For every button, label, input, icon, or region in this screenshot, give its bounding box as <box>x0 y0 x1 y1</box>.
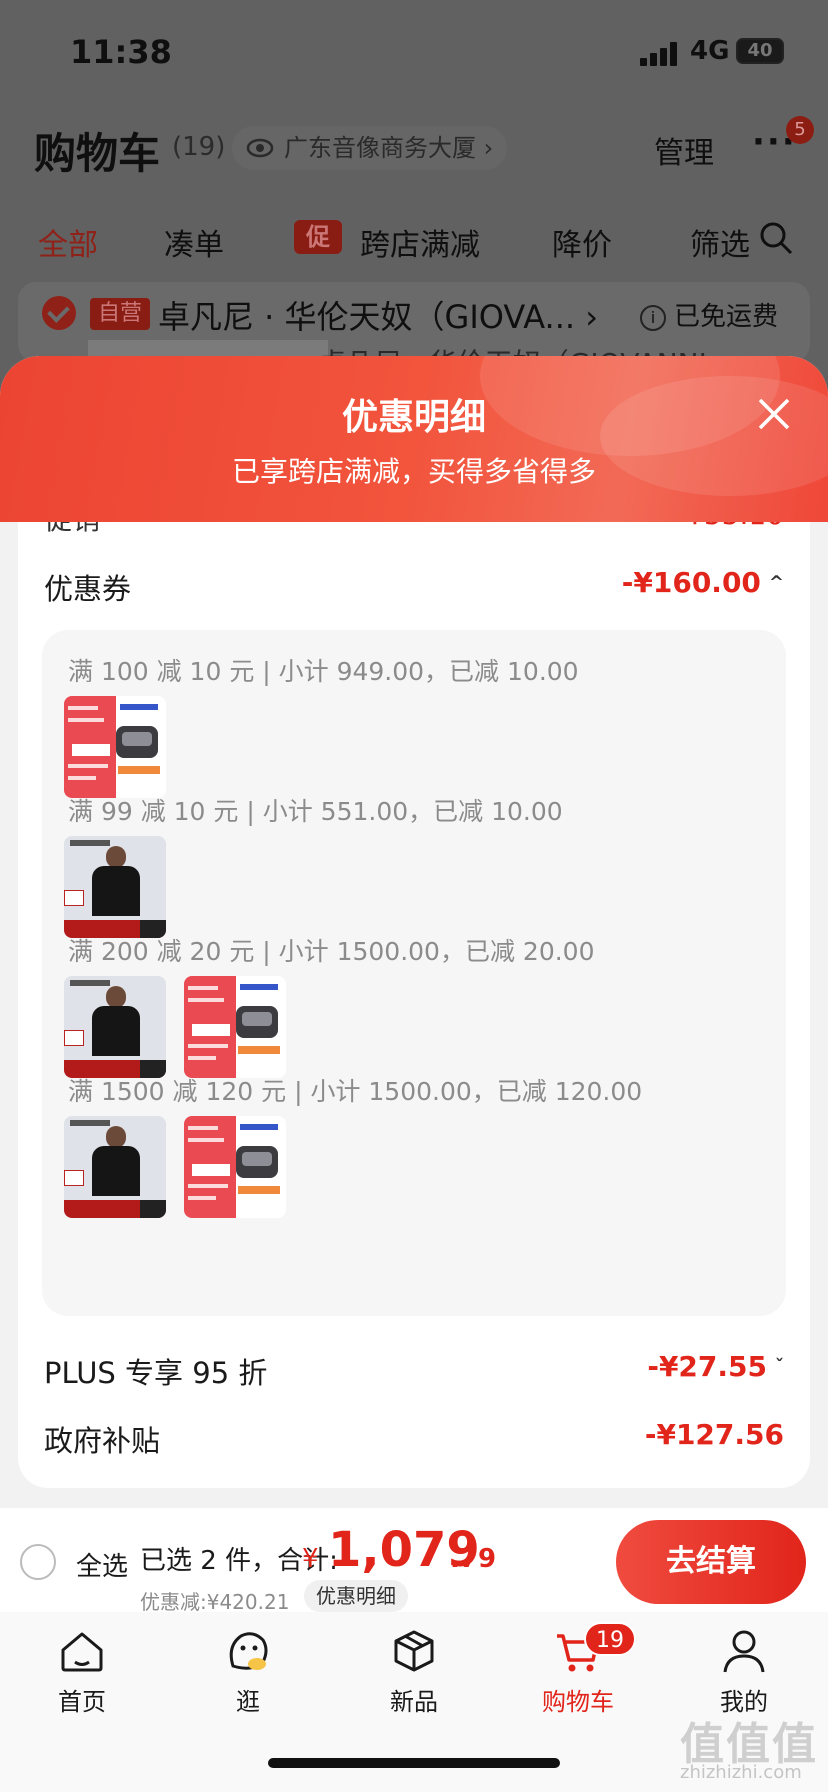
total-amount-decimal: .79 <box>450 1544 497 1574</box>
eye-icon <box>246 138 274 158</box>
box-icon <box>394 1630 434 1672</box>
close-icon[interactable] <box>752 392 796 436</box>
more-badge: 5 <box>786 116 814 144</box>
cart-count: (19) <box>172 132 226 162</box>
coupon-rule: 满 1500 减 120 元 | 小计 1500.00，已减 120.00 <box>68 1077 643 1106</box>
address-text: 广东音像商务大厦 <box>284 134 476 162</box>
sheet-title: 优惠明细 <box>341 397 486 438</box>
home-icon <box>61 1632 103 1672</box>
promotion-value: -¥55.10 <box>676 522 784 531</box>
coupon-rule: 满 200 减 20 元 | 小计 1500.00，已减 20.00 <box>68 937 595 966</box>
tab-price-drop[interactable]: 降价 <box>552 220 612 264</box>
polo-shirt-product-thumbnail <box>64 1116 166 1218</box>
discount-amount: 优惠减:¥420.21 <box>140 1590 290 1614</box>
store-checkbox[interactable] <box>42 296 76 330</box>
tab-filter[interactable]: 筛选 <box>690 220 750 264</box>
tab-browse[interactable]: 逛 <box>188 1626 308 1726</box>
tab-label: 逛 <box>236 1688 260 1716</box>
gov-subsidy-label: 政府补贴 <box>44 1424 161 1458</box>
gov-subsidy-row: 政府补贴 -¥127.56 <box>44 1412 784 1460</box>
polo-shirt-product-thumbnail <box>64 976 166 1078</box>
manage-button[interactable]: 管理 <box>654 128 714 172</box>
filter-tabs: 全部 凑单 促 跨店满减 降价 筛选 <box>0 212 828 264</box>
cart-count-badge: 19 <box>584 1622 636 1656</box>
promotion-label: 促销 <box>44 522 100 538</box>
tab-label: 购物车 <box>542 1688 614 1716</box>
plus-discount-value: -¥27.55 ˇ <box>647 1350 784 1383</box>
store-header: 自营 卓凡尼 · 华伦天奴（GIOVA... › i已免运费 卓凡尼 · 华伦天… <box>18 282 810 380</box>
chevron-right-icon: › <box>483 134 494 162</box>
promo-tag-icon: 促 <box>294 220 342 254</box>
tab-label: 新品 <box>390 1688 438 1716</box>
gov-subsidy-value: -¥127.56 <box>644 1418 784 1451</box>
address-selector[interactable]: 广东音像商务大厦 › <box>232 126 508 170</box>
status-bar: 11:38 4G 40 <box>0 0 828 100</box>
store-name[interactable]: 卓凡尼 · 华伦天奴（GIOVA... › <box>158 292 598 338</box>
tab-all[interactable]: 全部 <box>38 220 98 264</box>
coupon-rule: 满 100 减 10 元 | 小计 949.00，已减 10.00 <box>68 657 579 686</box>
tab-cross-store[interactable]: 跨店满减 <box>360 220 480 264</box>
discount-detail-button[interactable]: 优惠明细 <box>304 1580 408 1612</box>
browse-icon <box>229 1632 268 1670</box>
coupon-value: -¥160.00 ^ <box>621 566 784 599</box>
earbuds-product-thumbnail <box>184 976 286 1078</box>
select-all-radio[interactable] <box>20 1544 56 1580</box>
coupon-label: 优惠券 <box>44 572 132 606</box>
chevron-right-icon: › <box>585 298 599 336</box>
sheet-subtitle: 已享跨店满减，买得多省得多 <box>231 455 596 488</box>
tab-bundle[interactable]: 凑单 <box>164 220 224 264</box>
chevron-down-icon: ˇ <box>775 1356 784 1377</box>
discount-card: 促销 -¥55.10 优惠券 -¥160.00^ 满 100 减 10 元 | … <box>18 522 810 1488</box>
tab-home[interactable]: 首页 <box>22 1626 142 1726</box>
earbuds-product-thumbnail <box>64 696 166 798</box>
search-icon[interactable] <box>758 220 794 256</box>
promotion-row[interactable]: 促销 -¥55.10 <box>44 522 784 538</box>
plus-discount-row[interactable]: PLUS 专享 95 折 -¥27.55 ˇ <box>44 1344 784 1392</box>
battery-icon: 40 <box>736 38 784 64</box>
self-operated-tag: 自营 <box>90 298 151 330</box>
sheet-header: 优惠明细 已享跨店满减，买得多省得多 <box>0 356 828 522</box>
status-time: 11:38 <box>70 33 172 71</box>
watermark-url: zhizhizhi.com <box>680 1762 802 1783</box>
info-icon: i <box>640 305 666 331</box>
plus-discount-label: PLUS 专享 95 折 <box>44 1356 268 1390</box>
tab-new[interactable]: 新品 <box>354 1626 474 1726</box>
total-currency: ¥ <box>302 1544 319 1574</box>
coupon-rule: 满 99 减 10 元 | 小计 551.00，已减 10.00 <box>68 797 563 826</box>
coupon-row[interactable]: 优惠券 -¥160.00 ^ <box>44 560 784 608</box>
cart-page-background: 11:38 4G 40 购物车 (19) 广东音像商务大厦 › 管理 ··· 5… <box>0 0 828 400</box>
free-shipping: i 已免运费 <box>640 296 778 333</box>
checkout-button[interactable]: 去结算 <box>616 1520 806 1604</box>
select-all-label[interactable]: 全选 <box>76 1546 128 1583</box>
home-indicator[interactable] <box>268 1758 560 1768</box>
coupon-detail-list: 满 100 减 10 元 | 小计 949.00，已减 10.00 满 99 减… <box>42 630 786 1316</box>
page-title: 购物车 <box>34 129 161 178</box>
chevron-up-icon: ^ <box>768 572 784 593</box>
checkout-bar: 全选 已选 2 件，合计: ¥ 1,079 .79 优惠减:¥420.21 优惠… <box>0 1508 828 1614</box>
network-type: 4G <box>690 36 730 66</box>
polo-shirt-product-thumbnail <box>64 836 166 938</box>
earbuds-product-thumbnail <box>184 1116 286 1218</box>
signal-icon <box>640 42 680 66</box>
tab-label: 首页 <box>58 1688 106 1716</box>
user-icon <box>723 1630 765 1673</box>
